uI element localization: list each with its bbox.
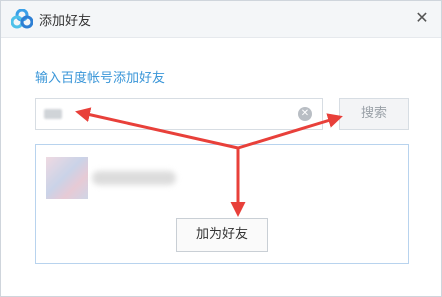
search-result-panel: 加为好友 xyxy=(35,144,409,264)
close-icon: ✕ xyxy=(415,8,429,27)
instruction-label: 输入百度帐号添加好友 xyxy=(35,71,166,86)
baidu-cloud-logo-icon xyxy=(11,9,33,29)
add-friend-dialog: 添加好友 ✕ 输入百度帐号添加好友 ✕ 搜索 加为好友 xyxy=(0,0,442,297)
close-button[interactable]: ✕ xyxy=(409,5,435,31)
add-friend-button[interactable]: 加为好友 xyxy=(176,218,268,252)
avatar xyxy=(46,157,88,199)
user-name-redacted xyxy=(92,171,176,185)
dialog-title: 添加好友 xyxy=(39,14,92,29)
search-button[interactable]: 搜索 xyxy=(339,98,409,130)
search-input[interactable]: ✕ xyxy=(35,98,323,130)
title-bar: 添加好友 ✕ xyxy=(1,1,441,38)
typed-text-redacted xyxy=(44,109,62,119)
clear-input-icon[interactable]: ✕ xyxy=(298,107,312,121)
